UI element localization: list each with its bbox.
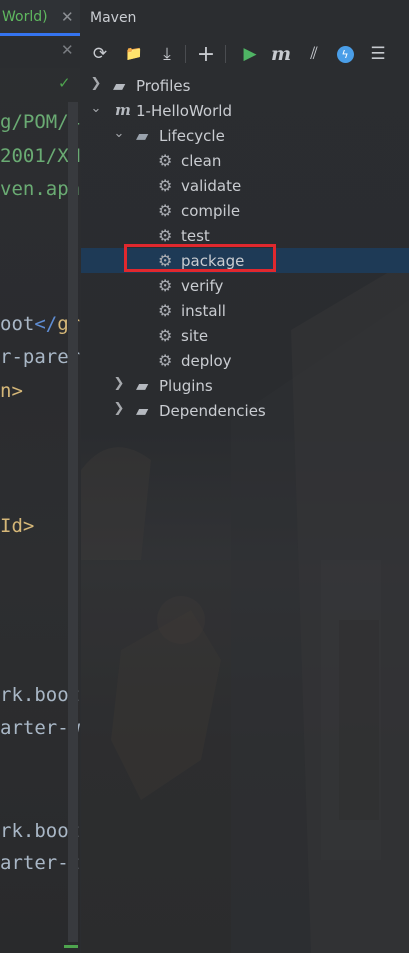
editor-pane: World) ✕ ✕ ✓ g/POM/4 2001/XM ven.apa oot… — [0, 0, 80, 953]
tree-item-project[interactable]: ⌄ m 1-HelloWorld — [81, 98, 409, 123]
tree-item-phase-site[interactable]: ⚙ site — [81, 323, 409, 348]
chevron-down-icon[interactable]: ⌄ — [89, 101, 103, 116]
tree-item-phase-compile[interactable]: ⚙ compile — [81, 198, 409, 223]
reload-icon[interactable]: ⟳ — [87, 38, 113, 70]
toolbar-separator — [185, 45, 186, 63]
editor-tab[interactable]: World) ✕ — [0, 0, 80, 36]
tree-item-phase-deploy[interactable]: ⚙ deploy — [81, 348, 409, 373]
maven-toolbar: ⟳ 📁 ⤓ + ▶ m ⫽ ϟ ☰ — [81, 38, 409, 70]
chevron-right-icon[interactable]: ❯ — [112, 376, 126, 391]
phase-label: deploy — [181, 352, 232, 370]
folder-icon: ▰ — [113, 76, 126, 95]
tree-item-phase-validate[interactable]: ⚙ validate — [81, 173, 409, 198]
phase-label: validate — [181, 177, 242, 195]
run-icon[interactable]: ▶ — [237, 38, 263, 70]
code-line: Id> — [0, 515, 35, 537]
dependencies-folder-icon: ▰ — [136, 401, 149, 420]
tree-item-phase-verify[interactable]: ⚙ verify — [81, 273, 409, 298]
close-icon[interactable]: ✕ — [61, 41, 74, 59]
close-icon[interactable]: ✕ — [61, 8, 74, 26]
tree-item-lifecycle[interactable]: ⌄ ▰ Lifecycle — [81, 123, 409, 148]
maven-panel: Maven ⟳ 📁 ⤓ + ▶ m ⫽ ϟ ☰ ❯ ▰ Profiles ⌄ m… — [81, 0, 409, 953]
add-icon[interactable]: + — [193, 38, 219, 70]
editor-scrollbar[interactable] — [68, 102, 78, 942]
gear-icon: ⚙ — [158, 226, 173, 245]
tree-item-profiles[interactable]: ❯ ▰ Profiles — [81, 73, 409, 98]
chevron-right-icon[interactable]: ❯ — [112, 401, 126, 416]
gear-icon: ⚙ — [158, 276, 173, 295]
tree-item-phase-install[interactable]: ⚙ install — [81, 298, 409, 323]
execute-goal-icon[interactable]: m — [268, 38, 294, 70]
gear-icon: ⚙ — [158, 151, 173, 170]
tree-item-plugins[interactable]: ❯ ▰ Plugins — [81, 373, 409, 398]
chevron-down-icon[interactable]: ⌄ — [112, 126, 126, 141]
editor-second-tab-row: ✕ — [0, 38, 80, 68]
editor-tab-title: World) — [2, 9, 48, 25]
inspection-ok-icon[interactable]: ✓ — [58, 74, 71, 92]
panel-title: Maven — [90, 10, 137, 26]
tree-label: Plugins — [159, 377, 213, 395]
phase-label: verify — [181, 277, 224, 295]
download-icon[interactable]: ⤓ — [154, 38, 180, 70]
tree-label: Dependencies — [159, 402, 266, 420]
gear-icon: ⚙ — [158, 326, 173, 345]
tree-label: Profiles — [136, 77, 191, 95]
skip-tests-icon[interactable]: ϟ — [332, 38, 358, 70]
generate-sources-icon[interactable]: 📁 — [121, 38, 147, 70]
phase-label: test — [181, 227, 210, 245]
tree-item-dependencies[interactable]: ❯ ▰ Dependencies — [81, 398, 409, 423]
plugins-folder-icon: ▰ — [136, 376, 149, 395]
phase-label: install — [181, 302, 226, 320]
toggle-offline-icon[interactable]: ⫽ — [301, 38, 327, 70]
gear-icon: ⚙ — [158, 351, 173, 370]
lifecycle-folder-icon: ▰ — [136, 126, 149, 145]
code-line: n> — [0, 380, 23, 402]
code-token: oot — [0, 313, 35, 335]
maven-project-icon: m — [115, 101, 131, 119]
tree-item-phase-clean[interactable]: ⚙ clean — [81, 148, 409, 173]
editor-bottom-marker — [64, 945, 78, 948]
toolbar-separator — [225, 45, 226, 63]
phase-label: clean — [181, 152, 222, 170]
highlight-annotation-box — [124, 244, 276, 272]
gear-icon: ⚙ — [158, 201, 173, 220]
tree-label: Lifecycle — [159, 127, 225, 145]
phase-label: site — [181, 327, 209, 345]
phase-label: compile — [181, 202, 241, 220]
gear-icon: ⚙ — [158, 301, 173, 320]
code-token: </ — [34, 313, 58, 335]
chevron-right-icon[interactable]: ❯ — [89, 76, 103, 91]
gear-icon: ⚙ — [158, 176, 173, 195]
tree-label: 1-HelloWorld — [136, 102, 232, 120]
show-dependencies-icon[interactable]: ☰ — [365, 38, 391, 70]
